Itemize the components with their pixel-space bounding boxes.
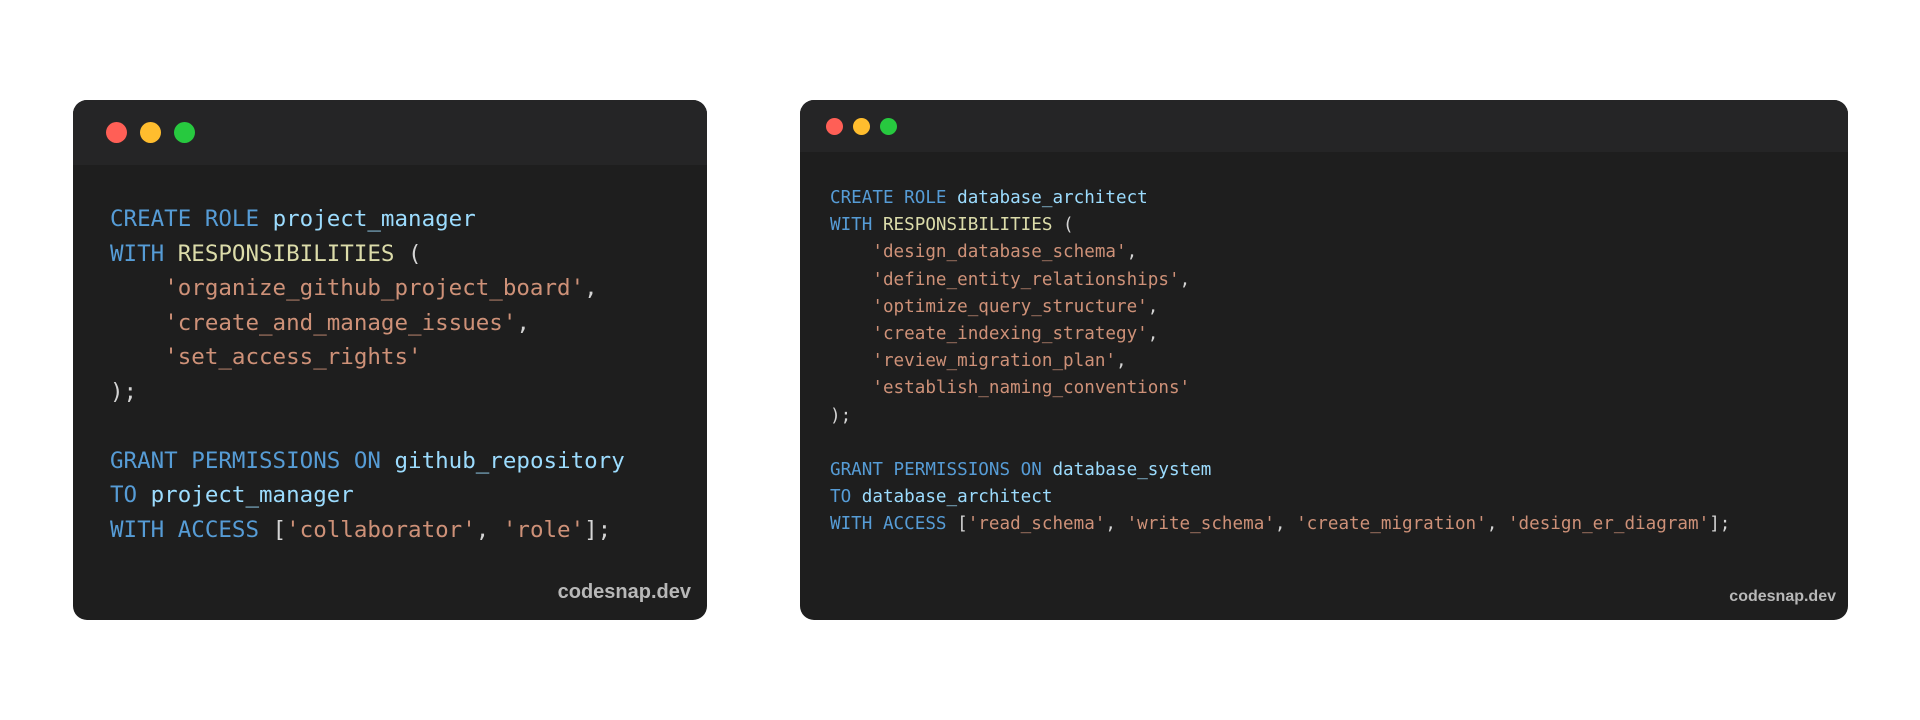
code-token: 'design_er_diagram' [1507, 514, 1710, 535]
code-token: , [1274, 514, 1297, 535]
code-line: GRANT PERMISSIONS ON github_repository [110, 444, 707, 479]
code-token: 'create_migration' [1296, 514, 1487, 535]
code-line: 'optimize_query_structure', [830, 294, 1848, 321]
code-line: ​ [110, 409, 707, 444]
code-token: database_system [1052, 460, 1212, 481]
code-token: 'read_schema' [967, 514, 1106, 535]
code-token: 'design_database_schema' [872, 242, 1127, 263]
code-line: 'organize_github_project_board', [110, 271, 707, 306]
code-token: 'create_and_manage_issues' [164, 309, 517, 336]
code-line: 'establish_naming_conventions' [830, 375, 1848, 402]
close-dot-icon[interactable] [826, 118, 843, 135]
code-token: 'role' [502, 516, 585, 543]
code-line: 'set_access_rights' [110, 340, 707, 375]
window-titlebar [800, 100, 1848, 152]
window-titlebar [73, 100, 707, 165]
code-token: 'collaborator' [286, 516, 476, 543]
code-token: 'establish_naming_conventions' [872, 378, 1191, 399]
code-token: , [1147, 296, 1159, 317]
code-line: WITH RESPONSIBILITIES ( [110, 237, 707, 272]
code-token: , [1486, 514, 1508, 535]
code-token: ( [1052, 215, 1074, 236]
code-block: CREATE ROLE project_manager WITH RESPONSI… [73, 165, 707, 547]
code-line: ​ [830, 430, 1848, 457]
code-line: WITH RESPONSIBILITIES ( [830, 212, 1848, 239]
code-token: 'optimize_query_structure' [872, 296, 1148, 317]
code-token: CREATE ROLE [110, 206, 273, 232]
code-token: , [516, 309, 530, 336]
code-token: ); [830, 405, 852, 426]
watermark: codesnap.dev [557, 581, 691, 603]
code-token: 'write_schema' [1126, 514, 1275, 535]
code-token: , [584, 275, 598, 301]
code-token: WITH ACCESS [110, 516, 273, 543]
code-token: , [1116, 351, 1127, 372]
code-token: github_repository [394, 447, 625, 474]
code-token: 'define_entity_relationships' [872, 269, 1180, 290]
code-line: CREATE ROLE project_manager [110, 202, 707, 237]
code-token: database_architect [957, 188, 1148, 208]
code-token: GRANT PERMISSIONS ON [110, 447, 395, 474]
maximize-dot-icon[interactable] [880, 118, 897, 135]
code-token: , [475, 516, 503, 543]
code-line: 'create_and_manage_issues', [110, 306, 707, 341]
code-line: WITH ACCESS ['collaborator', 'role']; [110, 513, 707, 548]
code-token: GRANT PERMISSIONS ON [830, 460, 1053, 481]
code-window-database-architect: CREATE ROLE database_architect WITH RESPO… [800, 100, 1848, 620]
code-token: , [1105, 514, 1127, 535]
watermark: codesnap.dev [1729, 588, 1836, 605]
code-token: WITH [110, 240, 178, 267]
code-token: project_manager [272, 206, 476, 232]
code-token: ]; [1709, 514, 1731, 535]
code-token: RESPONSIBILITIES [882, 215, 1053, 236]
minimize-dot-icon[interactable] [853, 118, 870, 135]
code-token: 'organize_github_project_board' [164, 275, 585, 301]
code-line: 'design_database_schema', [830, 239, 1848, 266]
code-line: 'review_migration_plan', [830, 348, 1848, 375]
code-line: CREATE ROLE database_architect [830, 185, 1848, 212]
code-token: 'set_access_rights' [164, 344, 422, 370]
code-line: TO project_manager [110, 478, 707, 513]
code-token: ]; [584, 516, 612, 543]
code-token: ( [394, 240, 422, 267]
code-token: [ [272, 516, 287, 543]
code-line: ); [830, 403, 1848, 430]
maximize-dot-icon[interactable] [174, 122, 195, 143]
code-line: 'define_entity_relationships', [830, 267, 1848, 294]
code-token: , [1126, 242, 1138, 263]
code-token: RESPONSIBILITIES [177, 240, 395, 267]
code-line: WITH ACCESS ['read_schema', 'write_schem… [830, 511, 1848, 538]
code-window-project-manager: CREATE ROLE project_manager WITH RESPONSI… [73, 100, 707, 620]
code-token: 'review_migration_plan' [872, 351, 1116, 372]
code-token: , [1147, 324, 1159, 345]
code-token: ); [110, 378, 138, 405]
code-line: 'create_indexing_strategy', [830, 321, 1848, 348]
code-block: CREATE ROLE database_architect WITH RESPO… [800, 152, 1848, 539]
code-token: [ [957, 514, 968, 535]
code-token: CREATE ROLE [830, 188, 958, 208]
code-token: WITH [830, 215, 883, 236]
close-dot-icon[interactable] [106, 122, 127, 143]
code-token: TO [110, 482, 151, 508]
code-line: GRANT PERMISSIONS ON database_system [830, 457, 1848, 484]
code-token: project_manager [150, 482, 354, 508]
minimize-dot-icon[interactable] [140, 122, 161, 143]
code-line: TO database_architect [830, 484, 1848, 511]
code-line: ); [110, 375, 707, 410]
code-token: 'create_indexing_strategy' [872, 324, 1148, 345]
code-token: TO [830, 487, 862, 508]
code-token: , [1179, 269, 1191, 290]
code-token: WITH ACCESS [830, 514, 958, 535]
code-token: database_architect [861, 487, 1053, 508]
